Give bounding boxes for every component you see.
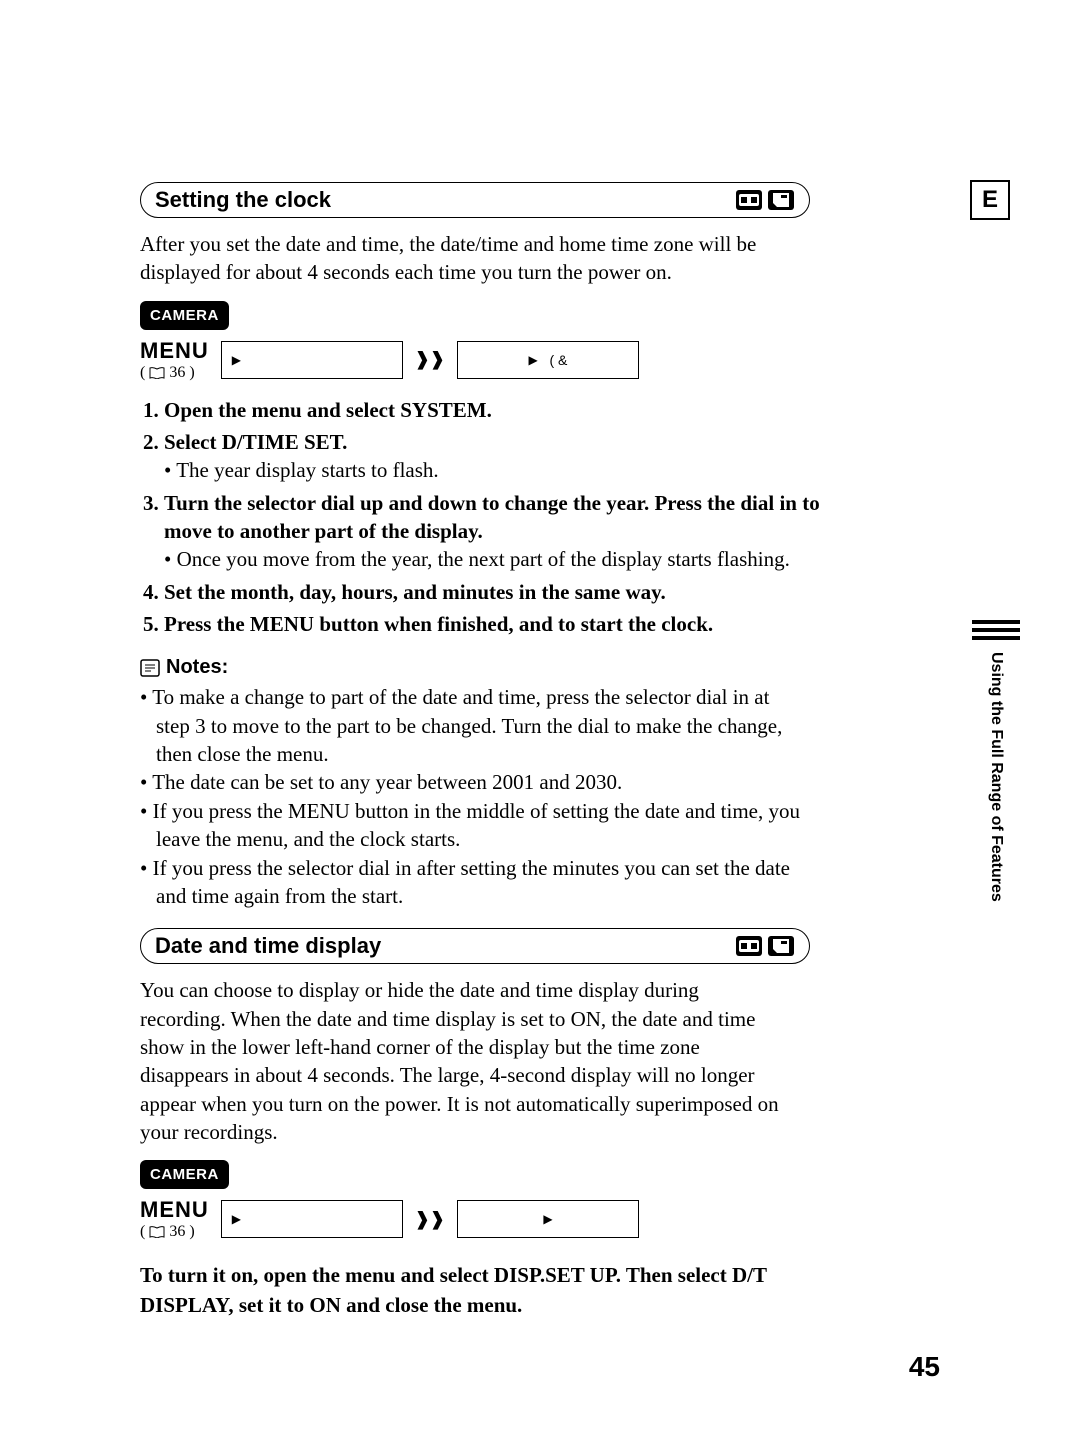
double-arrow-icon: ❱❱ — [415, 349, 445, 370]
section-header-date-time-display: Date and time display — [140, 928, 810, 964]
menu-label: MENU — [140, 1197, 209, 1223]
instruction-steps: Open the menu and select SYSTEM. Select … — [140, 396, 824, 639]
section-header-setting-clock: Setting the clock — [140, 182, 810, 218]
step-1: Open the menu and select SYSTEM. — [164, 396, 824, 424]
section-title: Setting the clock — [155, 187, 331, 213]
section2-intro: You can choose to display or hide the da… — [140, 976, 780, 1146]
book-ref-icon — [149, 1226, 165, 1238]
notes-heading: Notes: — [140, 656, 940, 679]
side-chapter-tab: Using the Full Range of Features — [972, 620, 1020, 902]
menu-label: MENU — [140, 338, 209, 364]
note-item: If you press the MENU button in the midd… — [140, 797, 800, 854]
menu-path-box-1: ▶ — [221, 1200, 403, 1238]
step-4: Set the month, day, hours, and minutes i… — [164, 578, 824, 606]
triangle-right-icon: ▶ — [543, 1212, 552, 1226]
triangle-right-icon: ▶ — [529, 353, 538, 367]
triangle-right-icon: ▶ — [232, 353, 241, 367]
tape-icon — [735, 935, 763, 957]
tab-marker-lines — [972, 620, 1020, 644]
section-title: Date and time display — [155, 933, 381, 959]
page-number: 45 — [909, 1351, 940, 1383]
notes-list: To make a change to part of the date and… — [140, 683, 800, 910]
note-item: If you press the selector dial in after … — [140, 854, 800, 911]
language-indicator: E — [970, 180, 1010, 220]
book-ref-icon — [149, 367, 165, 379]
camera-mode-badge: CAMERA — [140, 301, 229, 330]
manual-page: E Setting the clock After you set the da… — [0, 0, 1080, 1443]
menu-block: MENU ( 36 ) — [140, 1197, 209, 1241]
step-5: Press the MENU button when finished, and… — [164, 610, 824, 638]
menu-navigation-diagram-1: MENU ( 36 ) ▶ ❱❱ ▶ ( & — [140, 338, 940, 382]
menu-navigation-diagram-2: MENU ( 36 ) ▶ ❱❱ ▶ — [140, 1197, 940, 1241]
chapter-title-vertical: Using the Full Range of Features — [985, 652, 1007, 902]
tape-icon — [735, 189, 763, 211]
note-item: The date can be set to any year between … — [140, 768, 800, 796]
mode-icons — [735, 189, 795, 211]
menu-path-box-2: ▶ — [457, 1200, 639, 1238]
menu-path-box-2: ▶ ( & — [457, 341, 639, 379]
menu-block: MENU ( 36 ) — [140, 338, 209, 382]
card-icon — [767, 189, 795, 211]
page-reference: ( 36 ) — [140, 1223, 195, 1241]
notes-icon — [140, 659, 160, 677]
page-reference: ( 36 ) — [140, 364, 195, 382]
camera-mode-badge: CAMERA — [140, 1160, 229, 1189]
step-2: Select D/TIME SET.The year display start… — [164, 428, 824, 485]
card-icon — [767, 935, 795, 957]
mode-icons — [735, 935, 795, 957]
step-3: Turn the selector dial up and down to ch… — [164, 489, 824, 574]
triangle-right-icon: ▶ — [232, 1212, 241, 1226]
double-arrow-icon: ❱❱ — [415, 1209, 445, 1230]
menu-path-box-1: ▶ — [221, 341, 403, 379]
section1-intro: After you set the date and time, the dat… — [140, 230, 780, 287]
note-item: To make a change to part of the date and… — [140, 683, 800, 768]
final-instruction: To turn it on, open the menu and select … — [140, 1261, 800, 1320]
